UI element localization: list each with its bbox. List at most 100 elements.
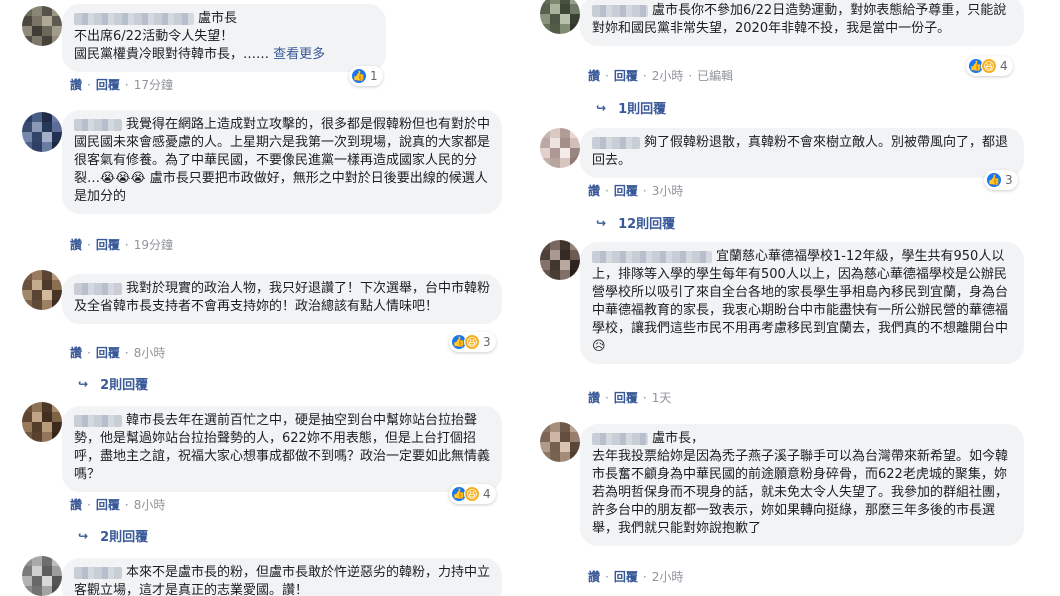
comment-actions: 讚 · 回覆 · 8小時 [70, 496, 165, 513]
avatar[interactable] [22, 270, 62, 310]
haha-reaction-icon: 😆 [464, 334, 480, 350]
reply-arrow-icon: ↪ [78, 528, 89, 543]
separator: · [605, 68, 609, 83]
commenter-name[interactable] [592, 432, 648, 445]
timestamp[interactable]: 2小時 [652, 67, 684, 84]
comment-actions: 讚 · 回覆 · 2小時 [588, 568, 683, 585]
haha-reaction-icon: 😆 [981, 58, 997, 74]
separator: · [124, 345, 129, 360]
separator: · [642, 390, 647, 405]
like-button[interactable]: 讚 [70, 496, 82, 513]
view-replies-link[interactable]: ↪ 12則回覆 [596, 213, 676, 233]
replies-count-label: 2則回覆 [100, 530, 149, 545]
reply-button[interactable]: 回覆 [96, 344, 120, 361]
comment-actions: 讚 · 回覆 · 19分鐘 [70, 236, 173, 253]
like-reaction-icon: 👍 [986, 172, 1002, 188]
comment-text: 夠了假韓粉退散，真韓粉不會來樹立敵人。別被帶風向了，都退回去。 [592, 135, 1009, 168]
like-button[interactable]: 讚 [588, 67, 600, 84]
comment-text: 宜蘭慈心華德福學校1-12年級，學生共有950人以上，排隊等入學的學生每年有50… [592, 249, 1009, 354]
comment-text: 我對於現實的政治人物，我只好退讚了！下次選舉，台中市韓粉及全省韓市長支持者不會再… [74, 281, 491, 314]
reply-button[interactable]: 回覆 [614, 389, 638, 406]
separator: · [124, 237, 129, 252]
see-more-link[interactable]: 查看更多 [273, 47, 325, 62]
reaction-count: 3 [1005, 173, 1013, 187]
separator: · [642, 183, 647, 198]
comment-bubble: 我覺得在網路上造成對立攻擊的，很多都是假韓粉但也有對於中國民國未來會感憂慮的人。… [62, 110, 502, 214]
timestamp[interactable]: 1天 [652, 389, 672, 406]
separator: · [124, 77, 129, 92]
avatar[interactable] [22, 556, 62, 596]
replies-count-label: 1則回覆 [618, 102, 667, 117]
like-button[interactable]: 讚 [70, 236, 82, 253]
like-button[interactable]: 讚 [70, 344, 82, 361]
commenter-name[interactable] [592, 250, 712, 263]
separator: · [87, 345, 91, 360]
reply-arrow-icon: ↪ [78, 376, 89, 391]
reply-button[interactable]: 回覆 [614, 568, 638, 585]
comment-bubble: 本來不是盧市長的粉，但盧市長敢於忤逆惡劣的韓粉，力持中立客觀立場，這才是真正的志… [62, 558, 502, 596]
comment-actions: 讚 · 回覆 · 2小時 · 已編輯 [588, 67, 733, 84]
reactions-summary[interactable]: 👍 1 [349, 66, 383, 86]
reply-button[interactable]: 回覆 [614, 67, 638, 84]
comment-bubble: 宜蘭慈心華德福學校1-12年級，學生共有950人以上，排隊等入學的學生每年有50… [580, 242, 1024, 364]
avatar[interactable] [22, 6, 62, 46]
reply-button[interactable]: 回覆 [96, 496, 120, 513]
reactions-summary[interactable]: 👍 3 [984, 170, 1018, 190]
commenter-name[interactable] [592, 136, 640, 149]
separator: · [87, 237, 91, 252]
reactions-summary[interactable]: 👍 😆 4 [449, 484, 496, 504]
commenter-name[interactable] [74, 414, 122, 427]
reaction-count: 1 [370, 69, 378, 83]
separator: · [605, 390, 609, 405]
separator: · [124, 497, 129, 512]
timestamp[interactable]: 2小時 [652, 568, 684, 585]
commenter-name[interactable] [592, 4, 648, 17]
like-button[interactable]: 讚 [588, 389, 600, 406]
separator: · [605, 569, 609, 584]
avatar[interactable] [22, 402, 62, 442]
timestamp[interactable]: 3小時 [652, 182, 684, 199]
timestamp[interactable]: 8小時 [134, 496, 166, 513]
reaction-count: 3 [483, 335, 491, 349]
reactions-summary[interactable]: 👍 😆 3 [449, 332, 496, 352]
avatar[interactable] [540, 240, 580, 280]
replies-count-label: 12則回覆 [618, 217, 676, 232]
timestamp[interactable]: 17分鐘 [134, 76, 173, 93]
comment-text: 盧市長你不參加6/22日造勢運動，對妳表態給予尊重，只能說對妳和國民黨非常失望，… [592, 3, 1007, 36]
reply-button[interactable]: 回覆 [96, 236, 120, 253]
edited-label[interactable]: 已編輯 [697, 67, 733, 84]
separator: · [605, 183, 609, 198]
like-reaction-icon: 👍 [351, 68, 367, 84]
avatar[interactable] [22, 112, 62, 152]
replies-count-label: 2則回覆 [100, 378, 149, 393]
commenter-name[interactable] [74, 118, 122, 131]
comment-bubble: 盧市長你不參加6/22日造勢運動，對妳表態給予尊重，只能說對妳和國民黨非常失望，… [580, 0, 1024, 46]
avatar[interactable] [540, 128, 580, 168]
like-button[interactable]: 讚 [588, 182, 600, 199]
haha-reaction-icon: 😆 [464, 486, 480, 502]
avatar[interactable] [540, 0, 580, 34]
comment-bubble: 我對於現實的政治人物，我只好退讚了！下次選舉，台中市韓粉及全省韓市長支持者不會再… [62, 274, 502, 324]
reaction-count: 4 [1000, 59, 1008, 73]
like-button[interactable]: 讚 [588, 568, 600, 585]
reactions-summary[interactable]: 👍 😆 4 [966, 56, 1013, 76]
separator: · [642, 68, 647, 83]
timestamp[interactable]: 19分鐘 [134, 236, 173, 253]
commenter-name[interactable] [74, 12, 194, 25]
reply-button[interactable]: 回覆 [614, 182, 638, 199]
comment-text: 韓市長去年在選前百忙之中，硬是抽空到台中幫妳站台拉抬聲勢，他是幫過妳站台拉抬聲勢… [74, 413, 491, 482]
commenter-name[interactable] [74, 282, 122, 295]
view-replies-link[interactable]: ↪ 2則回覆 [78, 526, 149, 546]
view-replies-link[interactable]: ↪ 2則回覆 [78, 374, 149, 394]
commenter-name[interactable] [74, 566, 122, 579]
reply-button[interactable]: 回覆 [96, 76, 120, 93]
view-replies-link[interactable]: ↪ 1則回覆 [596, 98, 667, 118]
comment-actions: 讚 · 回覆 · 17分鐘 [70, 76, 173, 93]
comment-bubble: 盧市長 不出席6/22活動令人失望！ 國民黨權貴冷眼對待韓市長，…… 查看更多 [62, 4, 386, 72]
separator: · [642, 569, 647, 584]
separator: · [87, 497, 91, 512]
timestamp[interactable]: 8小時 [134, 344, 166, 361]
avatar[interactable] [540, 422, 580, 462]
comments-column-left: 盧市長 不出席6/22活動令人失望！ 國民黨權貴冷眼對待韓市長，…… 查看更多 … [0, 0, 510, 596]
like-button[interactable]: 讚 [70, 76, 82, 93]
